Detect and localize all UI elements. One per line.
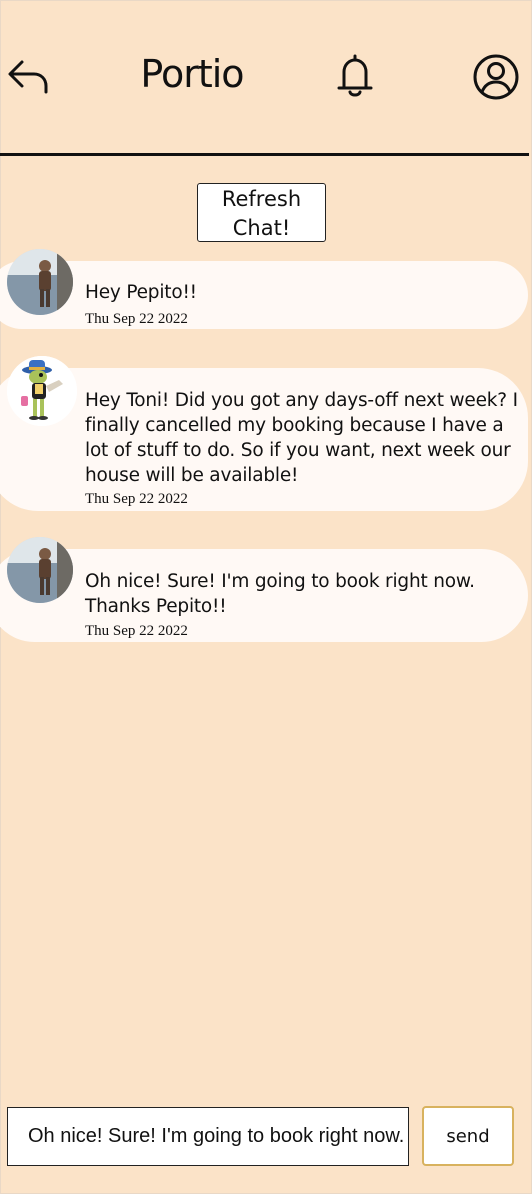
refresh-chat-button[interactable]: Refresh Chat! [197, 183, 326, 242]
message-text: Hey Toni! Did you got any days-off next … [85, 390, 518, 486]
app-logo-title[interactable]: Portio [130, 52, 254, 96]
message-text: Hey Pepito!! [85, 282, 197, 303]
user-photo-avatar [7, 537, 73, 603]
user-photo-avatar [7, 249, 73, 315]
message-date: Thu Sep 22 2022 [85, 491, 188, 507]
chat-message: Oh nice! Sure! I'm going to book right n… [0, 537, 528, 642]
chat-message: Hey Toni! Did you got any days-off next … [0, 356, 528, 511]
back-button[interactable] [6, 56, 50, 96]
header-divider [0, 153, 529, 156]
profile-button[interactable] [472, 53, 520, 101]
back-arrow-icon [8, 60, 48, 94]
app-header: Portio [0, 0, 532, 156]
chat-message: Hey Pepito!! Thu Sep 22 2022 [0, 249, 528, 329]
refresh-label-line1: Refresh [221, 187, 302, 211]
message-date: Thu Sep 22 2022 [85, 623, 188, 639]
user-circle-icon [473, 54, 519, 100]
message-date: Thu Sep 22 2022 [85, 311, 188, 327]
notifications-button[interactable] [334, 52, 376, 100]
message-input[interactable] [7, 1107, 409, 1166]
send-button[interactable]: send [422, 1106, 514, 1166]
message-text: Oh nice! Sure! I'm going to book right n… [85, 571, 475, 617]
cartoon-cricket-avatar [7, 356, 77, 426]
refresh-label-line2: Chat! [232, 216, 291, 240]
bell-icon [337, 54, 373, 97]
